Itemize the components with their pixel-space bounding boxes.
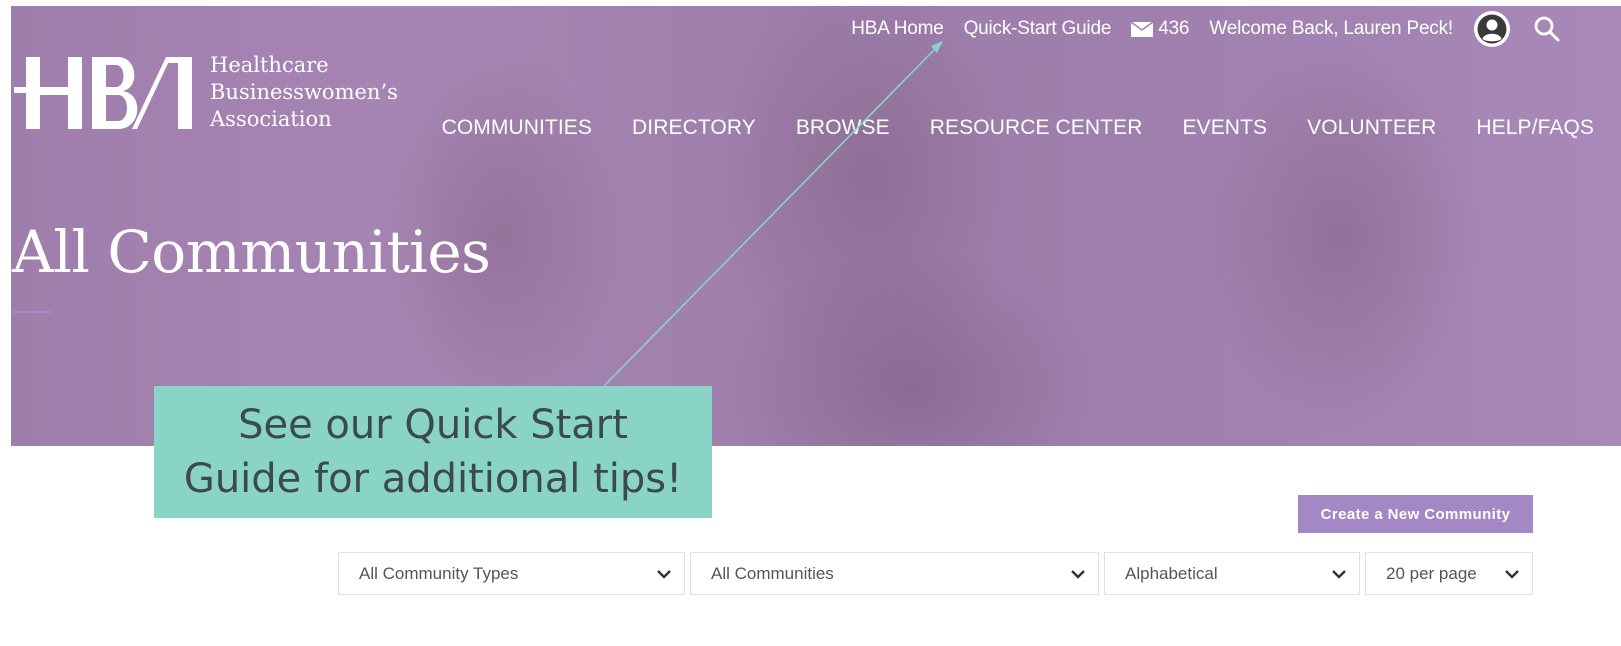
title-underline <box>13 311 51 313</box>
logo-line: Association <box>210 107 332 131</box>
welcome-text[interactable]: Welcome Back, Lauren Peck! <box>1209 18 1453 40</box>
quick-start-callout: See our Quick Start Guide for additional… <box>154 386 712 518</box>
community-select[interactable]: All Communities <box>690 552 1099 595</box>
select-value: All Community Types <box>359 563 519 583</box>
sort-select[interactable]: Alphabetical <box>1104 552 1360 595</box>
chevron-down-icon <box>1071 570 1085 579</box>
nav-item-communities[interactable]: COMMUNITIES <box>442 116 592 140</box>
callout-line: Guide for additional tips! <box>183 456 683 502</box>
user-circle-icon[interactable] <box>1473 10 1511 48</box>
logo-text: Healthcare Businesswomen’s Association <box>210 52 398 133</box>
nav-item-resource-center[interactable]: RESOURCE CENTER <box>930 116 1143 140</box>
chevron-down-icon <box>657 570 671 579</box>
per-page-select[interactable]: 20 per page <box>1365 552 1533 595</box>
hba-logo-mark <box>14 56 192 129</box>
nav-item-help-faqs[interactable]: HELP/FAQS <box>1476 116 1594 140</box>
search-icon[interactable] <box>1533 15 1561 43</box>
hba-home-link[interactable]: HBA Home <box>851 18 944 40</box>
envelope-icon <box>1131 21 1154 37</box>
nav-item-browse[interactable]: BROWSE <box>796 116 890 140</box>
chevron-down-icon <box>1332 570 1346 579</box>
hba-logo[interactable]: Healthcare Businesswomen’s Association <box>14 52 398 133</box>
community-type-select[interactable]: All Community Types <box>338 552 685 595</box>
logo-line: Healthcare <box>210 53 329 77</box>
messages-link[interactable]: 436 <box>1131 18 1190 40</box>
nav-item-directory[interactable]: DIRECTORY <box>632 116 756 140</box>
message-count: 436 <box>1158 18 1190 39</box>
logo-line: Businesswomen’s <box>210 80 398 104</box>
quick-start-guide-link[interactable]: Quick-Start Guide <box>964 18 1112 40</box>
chevron-down-icon <box>1505 570 1519 579</box>
select-value: 20 per page <box>1386 563 1477 583</box>
utility-bar: HBA Home Quick-Start Guide 436 Welcome B… <box>831 10 1561 48</box>
main-nav: COMMUNITIES DIRECTORY BROWSE RESOURCE CE… <box>442 116 1594 140</box>
callout-line: See our Quick Start <box>238 402 628 448</box>
select-value: Alphabetical <box>1125 563 1218 583</box>
select-value: All Communities <box>711 563 834 583</box>
page-title: All Communities <box>12 218 491 286</box>
nav-item-volunteer[interactable]: VOLUNTEER <box>1307 116 1436 140</box>
create-community-button[interactable]: Create a New Community <box>1298 495 1533 533</box>
nav-item-events[interactable]: EVENTS <box>1182 116 1267 140</box>
